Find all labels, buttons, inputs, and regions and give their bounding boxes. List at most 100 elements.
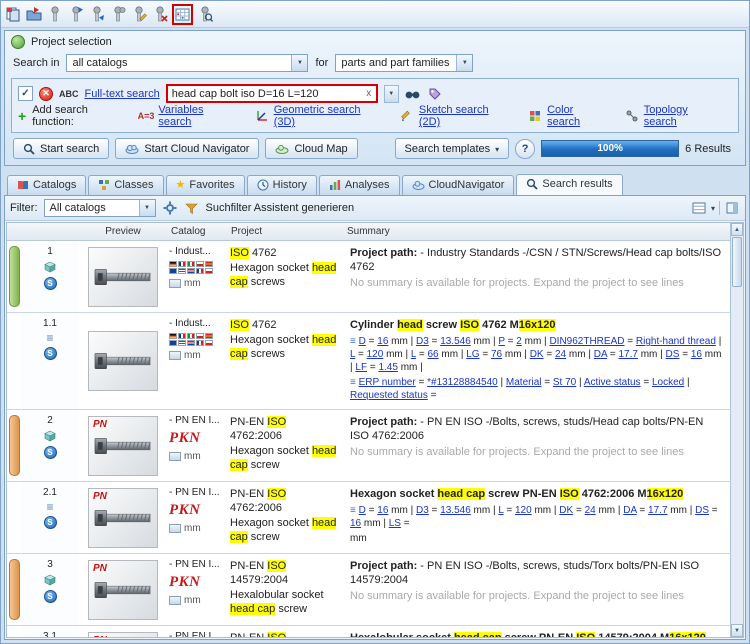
- value-link[interactable]: 16: [691, 349, 702, 360]
- bolt-search-icon[interactable]: [196, 5, 214, 23]
- bolt-delete-icon[interactable]: [151, 5, 169, 23]
- value-link[interactable]: 16: [377, 505, 388, 516]
- value-link[interactable]: LS: [389, 518, 401, 529]
- value-link[interactable]: 16: [350, 518, 361, 529]
- chevron-down-icon[interactable]: [138, 200, 155, 216]
- open-part-icon[interactable]: [25, 5, 43, 23]
- geometric-search-link[interactable]: Geometric search (3D): [254, 104, 384, 128]
- help-button[interactable]: ?: [515, 138, 536, 159]
- header-preview[interactable]: Preview: [79, 226, 167, 237]
- preview-image[interactable]: PN: [88, 415, 158, 476]
- value-link[interactable]: ERP number: [359, 377, 416, 388]
- scroll-down-button[interactable]: [731, 624, 743, 637]
- tab-catalogs[interactable]: Catalogs: [7, 175, 87, 195]
- bolt-export-icon[interactable]: [67, 5, 85, 23]
- remove-search-icon[interactable]: ✕: [39, 86, 53, 101]
- project-cell[interactable]: ISO 4762 Hexagon socket head cap screws: [227, 313, 343, 409]
- filter-wizard-icon[interactable]: [184, 200, 200, 216]
- search-templates-button[interactable]: Search templates: [394, 138, 510, 159]
- header-catalog[interactable]: Catalog: [167, 226, 227, 237]
- value-link[interactable]: 17.7: [618, 349, 637, 360]
- scrollbar-thumb[interactable]: [732, 237, 742, 287]
- tab-analyses[interactable]: Analyses: [318, 175, 400, 195]
- value-link[interactable]: DS: [695, 505, 709, 516]
- binoculars-icon[interactable]: [405, 86, 421, 102]
- value-link[interactable]: DK: [559, 505, 573, 516]
- search-for-select[interactable]: parts and part families: [335, 54, 474, 72]
- value-link[interactable]: 1.45: [378, 362, 397, 373]
- value-link[interactable]: 120: [515, 505, 532, 516]
- value-link[interactable]: Locked: [652, 377, 684, 388]
- value-link[interactable]: *#13128884540: [427, 377, 498, 388]
- start-search-button[interactable]: Start search: [13, 138, 110, 159]
- fulltext-checkbox[interactable]: [18, 86, 33, 101]
- value-link[interactable]: DA: [594, 349, 607, 360]
- tab-search-results[interactable]: Search results: [516, 174, 623, 196]
- chevron-down-icon[interactable]: [456, 55, 473, 71]
- value-link[interactable]: Material: [506, 377, 542, 388]
- value-link[interactable]: D: [359, 336, 366, 347]
- value-link[interactable]: 13.546: [440, 336, 471, 347]
- value-link[interactable]: 16: [377, 336, 388, 347]
- value-link[interactable]: D3: [416, 505, 429, 516]
- value-link[interactable]: St 70: [553, 377, 576, 388]
- header-project[interactable]: Project: [227, 226, 343, 237]
- value-link[interactable]: LG: [466, 349, 479, 360]
- vertical-scrollbar[interactable]: [730, 223, 743, 637]
- chevron-down-icon[interactable]: [711, 202, 715, 214]
- filter-assistant-label[interactable]: Suchfilter Assistent generieren: [206, 202, 355, 214]
- bolt-copy-icon[interactable]: [109, 5, 127, 23]
- clear-input-icon[interactable]: x: [362, 88, 376, 99]
- tab-favorites[interactable]: ★ Favorites: [165, 175, 245, 195]
- fulltext-query-value[interactable]: head cap bolt iso D=16 L=120: [168, 88, 362, 100]
- value-link[interactable]: LF: [355, 362, 367, 373]
- fulltext-query-input[interactable]: head cap bolt iso D=16 L=120 x: [165, 84, 378, 103]
- table-row[interactable]: 1.1 ≡ S - Indust... mm ISO 4762 Hexagon …: [7, 313, 730, 410]
- value-link[interactable]: 13.546: [440, 505, 471, 516]
- table-view-icon[interactable]: [172, 3, 193, 25]
- preview-image[interactable]: [88, 246, 158, 307]
- project-cell[interactable]: PN-EN ISO 14579:2004 Hexalobular socket h…: [227, 554, 343, 625]
- value-link[interactable]: 120: [367, 349, 384, 360]
- tab-cloudnavigator[interactable]: CloudNavigator: [401, 175, 515, 195]
- value-link[interactable]: Active status: [584, 377, 641, 388]
- table-row[interactable]: 2.1 ≡ S PN - PN EN I... PKN mm PN-EN ISO…: [7, 482, 730, 554]
- value-link[interactable]: DA: [623, 505, 636, 516]
- color-search-link[interactable]: Color search: [527, 104, 609, 128]
- value-link[interactable]: 24: [585, 505, 596, 516]
- gear-icon[interactable]: [162, 200, 178, 216]
- table-row[interactable]: 1 S - Indust... mm ISO 4762 Hexagon sock…: [7, 241, 730, 313]
- sketch-search-link[interactable]: Sketch search (2D): [399, 104, 512, 128]
- bolt-icon[interactable]: [46, 5, 64, 23]
- tag-icon[interactable]: [427, 86, 443, 102]
- value-link[interactable]: 24: [555, 349, 566, 360]
- tab-history[interactable]: History: [246, 175, 317, 195]
- value-link[interactable]: DK: [530, 349, 544, 360]
- bolt-import-icon[interactable]: [88, 5, 106, 23]
- value-link[interactable]: 66: [428, 349, 439, 360]
- value-link[interactable]: D: [359, 505, 366, 516]
- search-in-select[interactable]: all catalogs: [66, 54, 309, 72]
- value-link[interactable]: DS: [666, 349, 680, 360]
- preview-image[interactable]: PN: [88, 487, 158, 548]
- add-icon[interactable]: +: [18, 109, 26, 123]
- value-link[interactable]: DIN962THREAD: [549, 336, 624, 347]
- start-cloud-navigator-button[interactable]: Start Cloud Navigator: [115, 138, 260, 159]
- tab-classes[interactable]: Classes: [88, 175, 164, 195]
- scrollbar-track[interactable]: [731, 288, 743, 624]
- preview-image[interactable]: PN: [88, 559, 158, 620]
- value-link[interactable]: Right-hand thread: [636, 336, 716, 347]
- table-row[interactable]: 3.1 ≡ S PN - PN EN I... PKN mm PN-EN IS: [7, 626, 730, 637]
- new-part-icon[interactable]: [4, 5, 22, 23]
- project-cell[interactable]: ISO 4762 Hexagon socket head cap screws: [227, 241, 343, 312]
- panel-toggle-icon[interactable]: [724, 200, 740, 216]
- header-summary[interactable]: Summary: [343, 226, 730, 237]
- project-cell[interactable]: PN-EN ISO 4762:2006 Hexagon socket head c…: [227, 410, 343, 481]
- preview-image[interactable]: PN: [88, 631, 158, 637]
- scroll-up-button[interactable]: [731, 223, 743, 236]
- list-view-icon[interactable]: [691, 200, 707, 216]
- table-row[interactable]: 2 S PN - PN EN I... PKN mm PN-EN ISO 476…: [7, 410, 730, 482]
- query-history-dropdown[interactable]: [383, 84, 399, 103]
- value-link[interactable]: 76: [491, 349, 502, 360]
- value-link[interactable]: 17.7: [648, 505, 667, 516]
